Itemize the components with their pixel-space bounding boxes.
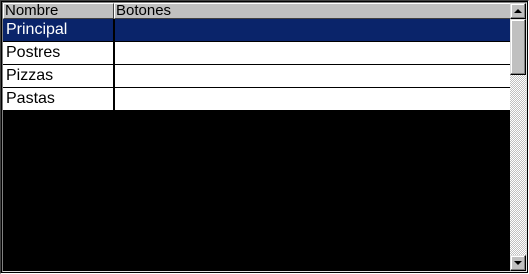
grid-row-principal[interactable]: Principal [3, 19, 511, 42]
vertical-scrollbar[interactable] [510, 3, 526, 271]
cell-botones[interactable] [115, 42, 511, 65]
cell-botones[interactable] [115, 19, 511, 42]
cell-nombre[interactable]: Postres [3, 42, 115, 65]
grid-row-pizzas[interactable]: Pizzas [3, 65, 511, 88]
scroll-down-button[interactable] [510, 255, 526, 271]
cell-botones[interactable] [115, 88, 511, 111]
scroll-up-button[interactable] [510, 3, 526, 19]
cell-botones[interactable] [115, 65, 511, 88]
grid-row-postres[interactable]: Postres [3, 42, 511, 65]
grid-header-row: Nombre Botones [3, 3, 511, 19]
grid-row-pastas[interactable]: Pastas [3, 88, 511, 111]
arrow-down-icon [514, 261, 522, 265]
cell-nombre[interactable]: Pastas [3, 88, 115, 111]
cell-nombre[interactable]: Pizzas [3, 65, 115, 88]
data-grid[interactable]: Nombre Botones Principal Postres Pizzas … [0, 0, 529, 274]
column-header-nombre[interactable]: Nombre [3, 3, 114, 19]
arrow-up-icon [514, 9, 522, 13]
scrollbar-thumb[interactable] [510, 19, 526, 75]
cell-nombre[interactable]: Principal [3, 19, 115, 42]
data-grid-body: Nombre Botones Principal Postres Pizzas … [2, 2, 527, 272]
column-header-botones[interactable]: Botones [114, 3, 511, 19]
grid-rows: Principal Postres Pizzas Pastas [3, 19, 511, 111]
